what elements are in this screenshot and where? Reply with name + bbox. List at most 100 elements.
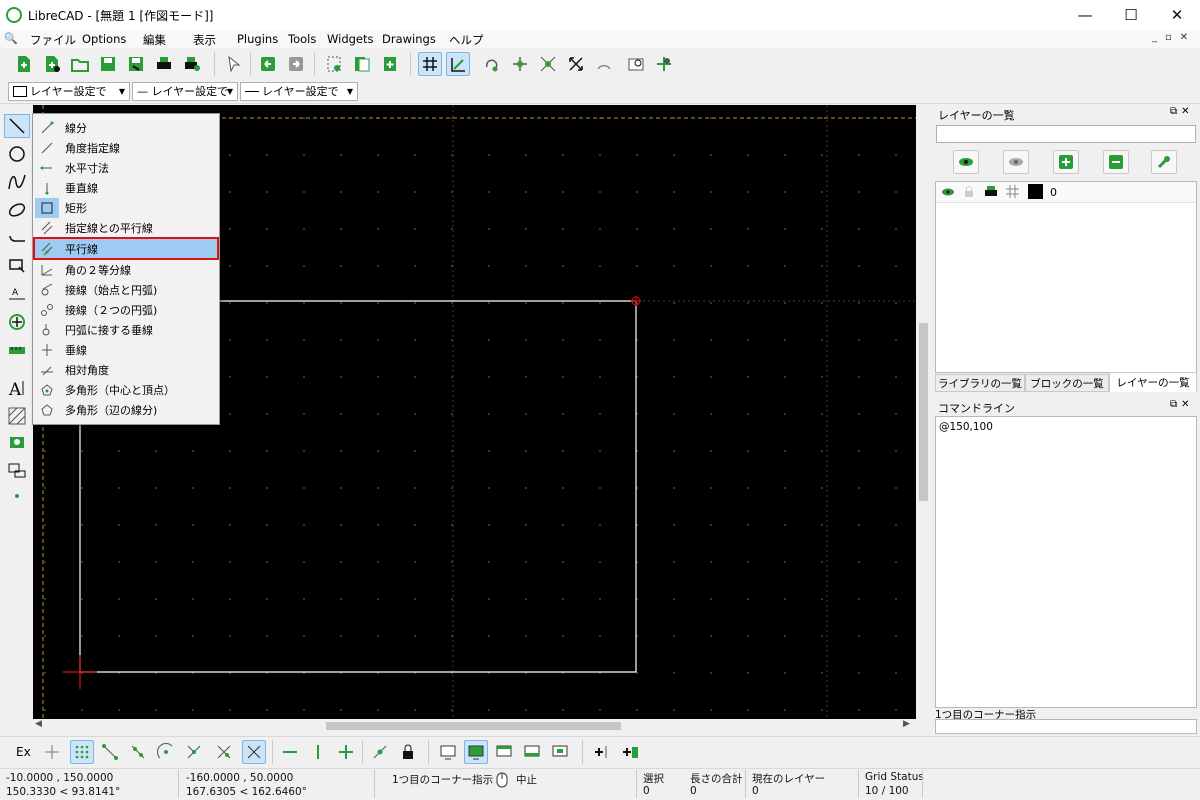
maximize-button[interactable]: ☐ — [1108, 0, 1154, 30]
menu-drawings[interactable]: Drawings — [382, 32, 436, 46]
layer-row[interactable] — [936, 182, 1196, 203]
menu-item-line-2p[interactable]: 線分 — [35, 118, 217, 138]
view-monitor-4-icon[interactable] — [520, 740, 544, 764]
linetype-combo[interactable]: レイヤー設定で ▼ — [240, 82, 358, 101]
horizontal-scroll-thumb[interactable] — [326, 722, 621, 730]
remove-layer-minus-icon[interactable] — [1103, 150, 1129, 174]
view-monitor-1-icon[interactable] — [436, 740, 460, 764]
tab-blocks[interactable]: ブロックの一覧 — [1025, 374, 1109, 392]
command-input[interactable] — [935, 719, 1197, 734]
horizontal-scrollbar[interactable]: ◀ ▶ — [33, 719, 916, 733]
layer-color-swatch[interactable] — [1028, 184, 1043, 199]
menu-item-polygon-side[interactable]: 多角形（辺の線分) — [35, 400, 217, 420]
menu-item-line-horizontal[interactable]: 水平寸法 — [35, 158, 217, 178]
snap-middle-icon[interactable] — [182, 740, 206, 764]
edit-layer-wrench-icon[interactable] — [1151, 150, 1177, 174]
mdi-window-controls[interactable]: _▫✕ — [1152, 32, 1196, 43]
restrict-horizontal-icon[interactable] — [278, 740, 302, 764]
menu-options[interactable]: Options — [82, 32, 126, 46]
block-tool-icon[interactable] — [4, 458, 30, 482]
hatch-tool-icon[interactable] — [4, 404, 30, 428]
menu-item-line-vertical[interactable]: 垂直線 — [35, 178, 217, 198]
document-menu-icon[interactable]: 🔍 — [4, 32, 18, 45]
snap-on-entity-icon[interactable] — [126, 740, 150, 764]
show-all-layers-eye-icon[interactable] — [953, 150, 979, 174]
menu-item-bisector[interactable]: 角の２等分線 — [35, 260, 217, 280]
zoom-window-icon[interactable] — [624, 52, 648, 76]
line-tool-icon[interactable] — [4, 114, 30, 138]
zoom-in-icon[interactable] — [508, 52, 532, 76]
add-block-icon[interactable] — [618, 740, 642, 764]
menu-item-parallel-through[interactable]: 指定線との平行線 — [35, 218, 217, 238]
layer-construction-icon[interactable] — [1006, 185, 1019, 201]
tab-library[interactable]: ライブラリの一覧 — [935, 374, 1025, 392]
zoom-pan-icon[interactable] — [652, 52, 676, 76]
menu-item-rectangle[interactable]: 矩形 — [35, 198, 217, 218]
copy-icon[interactable] — [350, 52, 374, 76]
menu-item-orthogonal[interactable]: 垂線 — [35, 340, 217, 360]
draft-mode-icon[interactable] — [446, 52, 470, 76]
vertical-scrollbar[interactable] — [916, 105, 930, 719]
save-as-icon[interactable] — [124, 52, 148, 76]
modify-tool-icon[interactable] — [4, 310, 30, 334]
open-folder-icon[interactable] — [68, 52, 92, 76]
new-file-icon[interactable] — [12, 52, 36, 76]
restrict-orthogonal-icon[interactable] — [334, 740, 358, 764]
zoom-out-icon[interactable] — [536, 52, 560, 76]
dimension-tool-icon[interactable]: A — [4, 282, 30, 306]
layer-name[interactable]: 0 — [1050, 186, 1057, 199]
menu-view[interactable]: 表示 — [193, 32, 216, 48]
lock-relative-zero-icon[interactable] — [396, 740, 420, 764]
print-icon[interactable] — [152, 52, 176, 76]
snap-distance-icon[interactable] — [212, 740, 236, 764]
redraw-icon[interactable] — [480, 52, 504, 76]
menu-item-tangent-point-arc[interactable]: 接線（始点と円弧) — [35, 280, 217, 300]
menu-item-polygon-center[interactable]: 多角形（中心と頂点） — [35, 380, 217, 400]
exclusive-snap-toggle[interactable]: Ex — [16, 745, 31, 759]
view-monitor-3-icon[interactable] — [492, 740, 516, 764]
circle-tool-icon[interactable] — [4, 142, 30, 166]
snap-free-icon[interactable] — [40, 740, 64, 764]
cut-icon[interactable] — [322, 52, 346, 76]
scroll-right-arrow-icon[interactable]: ▶ — [903, 719, 910, 729]
menu-widgets[interactable]: Widgets — [327, 32, 374, 46]
restrict-vertical-icon[interactable] — [306, 740, 330, 764]
point-tool-icon[interactable] — [4, 484, 30, 508]
layer-print-icon[interactable] — [984, 185, 998, 201]
command-panel-controls[interactable]: ⧉✕ — [1170, 399, 1194, 410]
layer-lock-icon[interactable] — [963, 185, 975, 201]
save-icon[interactable] — [96, 52, 120, 76]
add-dimension-icon[interactable] — [590, 740, 614, 764]
grid-toggle-icon[interactable] — [418, 52, 442, 76]
spline-tool-icon[interactable] — [4, 170, 30, 194]
close-button[interactable]: ✕ — [1154, 0, 1200, 30]
paste-icon[interactable] — [378, 52, 402, 76]
text-tool-icon[interactable]: A — [4, 376, 30, 400]
tab-layers[interactable]: レイヤーの一覧 — [1109, 372, 1197, 392]
snap-grid-icon[interactable] — [70, 740, 94, 764]
menu-item-orthogonal-tangent[interactable]: 円弧に接する垂線 — [35, 320, 217, 340]
add-layer-plus-icon[interactable] — [1053, 150, 1079, 174]
polyline-tool-icon[interactable] — [4, 226, 30, 250]
print-preview-icon[interactable] — [180, 52, 204, 76]
select-pointer-icon[interactable] — [222, 52, 246, 76]
minimize-button[interactable]: — — [1062, 0, 1108, 30]
zoom-previous-icon[interactable] — [592, 52, 616, 76]
menu-edit[interactable]: 編集 — [143, 32, 166, 48]
layer-panel-controls[interactable]: ⧉✕ — [1170, 106, 1194, 117]
menu-help[interactable]: ヘルプ — [449, 32, 484, 48]
zoom-auto-icon[interactable] — [564, 52, 588, 76]
select-tool-icon[interactable] — [4, 254, 30, 278]
snap-center-icon[interactable] — [154, 740, 178, 764]
menu-item-tangent-two-arcs[interactable]: 接線（２つの円弧) — [35, 300, 217, 320]
view-monitor-5-icon[interactable] — [548, 740, 572, 764]
width-combo[interactable]: — レイヤー設定で ▼ — [132, 82, 238, 101]
menu-tools[interactable]: Tools — [288, 32, 316, 46]
new-template-icon[interactable] — [40, 52, 64, 76]
snap-endpoint-icon[interactable] — [98, 740, 122, 764]
scroll-left-arrow-icon[interactable]: ◀ — [35, 719, 42, 729]
undo-icon[interactable] — [256, 52, 280, 76]
layer-search-input[interactable] — [936, 125, 1196, 143]
image-tool-icon[interactable] — [4, 430, 30, 454]
menu-item-relative-angle[interactable]: 相対角度 — [35, 360, 217, 380]
